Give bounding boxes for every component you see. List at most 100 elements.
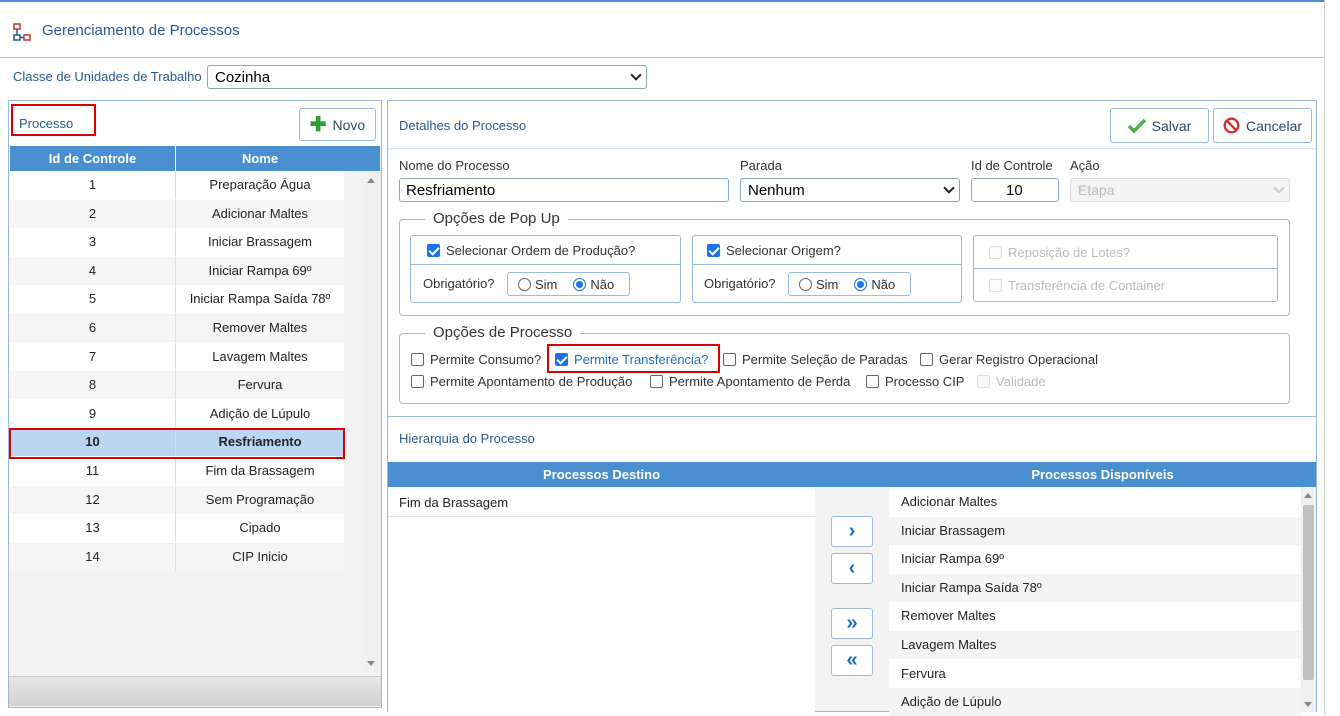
stop-value: Nenhum: [748, 182, 805, 199]
save-button[interactable]: Salvar: [1110, 108, 1209, 143]
container-transfer-option: Transferência de Container: [989, 278, 1165, 293]
move-all-left-button[interactable]: «: [831, 645, 873, 676]
available-item[interactable]: Adição de Lúpulo: [889, 688, 1301, 716]
allow-loss-entry-option[interactable]: Permite Apontamento de Perda: [650, 374, 850, 389]
allow-transfer-option[interactable]: Permite Transferência?: [555, 352, 708, 367]
table-row[interactable]: 4 Iniciar Rampa 69º: [10, 256, 344, 285]
allow-consumption-option[interactable]: Permite Consumo?: [411, 352, 541, 367]
cancel-icon: [1223, 117, 1240, 134]
scroll-thumb[interactable]: [1303, 505, 1314, 680]
move-right-button[interactable]: ›: [831, 516, 873, 547]
scroll-up-icon[interactable]: [367, 178, 375, 183]
new-process-button[interactable]: ✚ Novo: [299, 108, 376, 141]
process-name-label: Nome do Processo: [399, 158, 510, 173]
cancel-button[interactable]: Cancelar: [1213, 108, 1312, 143]
control-id-label: Id de Controle: [971, 158, 1053, 173]
table-row[interactable]: 12 Sem Programação: [10, 485, 344, 514]
available-item[interactable]: Adicionar Maltes: [889, 488, 1301, 516]
select-order-checkbox[interactable]: [427, 244, 440, 257]
process-list-scrollbar[interactable]: [362, 171, 380, 673]
save-label: Salvar: [1151, 117, 1192, 134]
row-control-id: 3: [10, 228, 176, 257]
control-id-value: 10: [1006, 182, 1023, 199]
move-left-button[interactable]: ‹: [831, 553, 873, 584]
validity-option: Validade: [977, 374, 1046, 389]
validity-text: Validade: [996, 374, 1046, 389]
row-process-name: Remover Maltes: [212, 320, 308, 335]
available-item[interactable]: Iniciar Rampa Saída 78º: [889, 573, 1301, 602]
available-item[interactable]: Iniciar Brassagem: [889, 516, 1301, 545]
move-all-right-button[interactable]: »: [831, 608, 873, 639]
available-list-scrollbar[interactable]: [1301, 487, 1316, 712]
destination-list: [388, 487, 815, 712]
action-value: Etapa: [1078, 182, 1115, 198]
table-row[interactable]: 7 Lavagem Maltes: [10, 342, 344, 371]
available-item[interactable]: Remover Maltes: [889, 602, 1301, 631]
table-row[interactable]: 14 CIP Inicio: [10, 542, 344, 571]
row-control-id: 12: [10, 485, 176, 514]
allow-production-entry-checkbox[interactable]: [411, 375, 424, 388]
cip-process-checkbox[interactable]: [866, 375, 879, 388]
double-chevron-left-icon: «: [846, 649, 858, 671]
column-header-spacer: [344, 146, 380, 171]
select-order-option[interactable]: Selecionar Ordem de Produção?: [427, 243, 635, 258]
row-control-id: 13: [10, 514, 176, 543]
cancel-label: Cancelar: [1245, 117, 1303, 134]
plus-icon: ✚: [309, 113, 327, 136]
new-process-label: Novo: [332, 116, 366, 133]
table-row[interactable]: 3 Iniciar Brassagem: [10, 228, 344, 257]
generate-record-checkbox[interactable]: [920, 353, 933, 366]
destination-item[interactable]: Fim da Brassagem: [388, 488, 815, 517]
page-title: Gerenciamento de Processos: [42, 22, 240, 39]
stop-select[interactable]: Nenhum: [740, 178, 960, 202]
table-row[interactable]: 1 Preparação Água: [10, 171, 344, 199]
order-required-yes-radio[interactable]: [518, 277, 531, 291]
process-name-input[interactable]: Resfriamento: [399, 178, 729, 202]
generate-record-option[interactable]: Gerar Registro Operacional: [920, 352, 1098, 367]
chevron-left-icon: ‹: [848, 557, 856, 579]
row-process-name: Sem Programação: [205, 491, 315, 507]
origin-required-yes-radio[interactable]: [799, 277, 812, 291]
allow-transfer-checkbox[interactable]: [555, 353, 568, 366]
work-class-select[interactable]: Cozinha: [207, 65, 647, 89]
table-row[interactable]: 9 Adição de Lúpulo: [10, 399, 344, 428]
control-id-input[interactable]: 10: [971, 178, 1059, 202]
container-transfer-checkbox: [989, 279, 1002, 292]
table-row[interactable]: 8 Fervura: [10, 371, 344, 400]
allow-stop-selection-checkbox[interactable]: [723, 353, 736, 366]
row-control-id: 14: [10, 542, 176, 571]
column-header-id[interactable]: Id de Controle: [10, 146, 176, 171]
select-origin-option[interactable]: Selecionar Origem?: [707, 243, 841, 258]
row-control-id: 6: [10, 314, 176, 342]
column-header-name[interactable]: Nome: [176, 146, 344, 171]
select-origin-checkbox[interactable]: [707, 244, 720, 257]
work-class-label: Classe de Unidades de Trabalho: [13, 69, 202, 84]
table-row[interactable]: 2 Adicionar Maltes: [10, 199, 344, 228]
scroll-down-icon[interactable]: [1304, 702, 1312, 707]
table-row[interactable]: 11 Fim da Brassagem: [10, 457, 344, 485]
available-item[interactable]: Fervura: [889, 659, 1301, 688]
process-list-footer: [9, 676, 381, 706]
table-row[interactable]: 13 Cipado: [10, 514, 344, 543]
origin-yes-text: Sim: [816, 276, 839, 292]
available-item[interactable]: Lavagem Maltes: [889, 631, 1301, 659]
row-control-id: 7: [10, 342, 176, 371]
title-bar: Gerenciamento de Processos: [0, 2, 1324, 58]
allow-production-entry-option[interactable]: Permite Apontamento de Produção: [411, 374, 632, 389]
selected-row-highlight: [9, 428, 345, 459]
allow-consumption-checkbox[interactable]: [411, 353, 424, 366]
row-process-name: Adição de Lúpulo: [209, 405, 311, 421]
cip-process-option[interactable]: Processo CIP: [866, 374, 964, 389]
allow-stop-selection-option[interactable]: Permite Seleção de Paradas: [723, 352, 907, 367]
order-box-divider: [411, 264, 680, 265]
order-required-no-radio[interactable]: [573, 277, 587, 291]
scroll-up-icon[interactable]: [1304, 493, 1312, 498]
origin-required-no-radio[interactable]: [854, 277, 868, 291]
chevron-right-icon: ›: [848, 520, 856, 542]
table-row[interactable]: 6 Remover Maltes: [10, 314, 344, 342]
allow-loss-entry-checkbox[interactable]: [650, 375, 663, 388]
container-transfer-text: Transferência de Container: [1008, 278, 1166, 293]
table-row[interactable]: 5 Iniciar Rampa Saída 78º: [10, 285, 344, 314]
scroll-down-icon[interactable]: [367, 661, 375, 666]
available-item[interactable]: Iniciar Rampa 69º: [889, 545, 1301, 574]
